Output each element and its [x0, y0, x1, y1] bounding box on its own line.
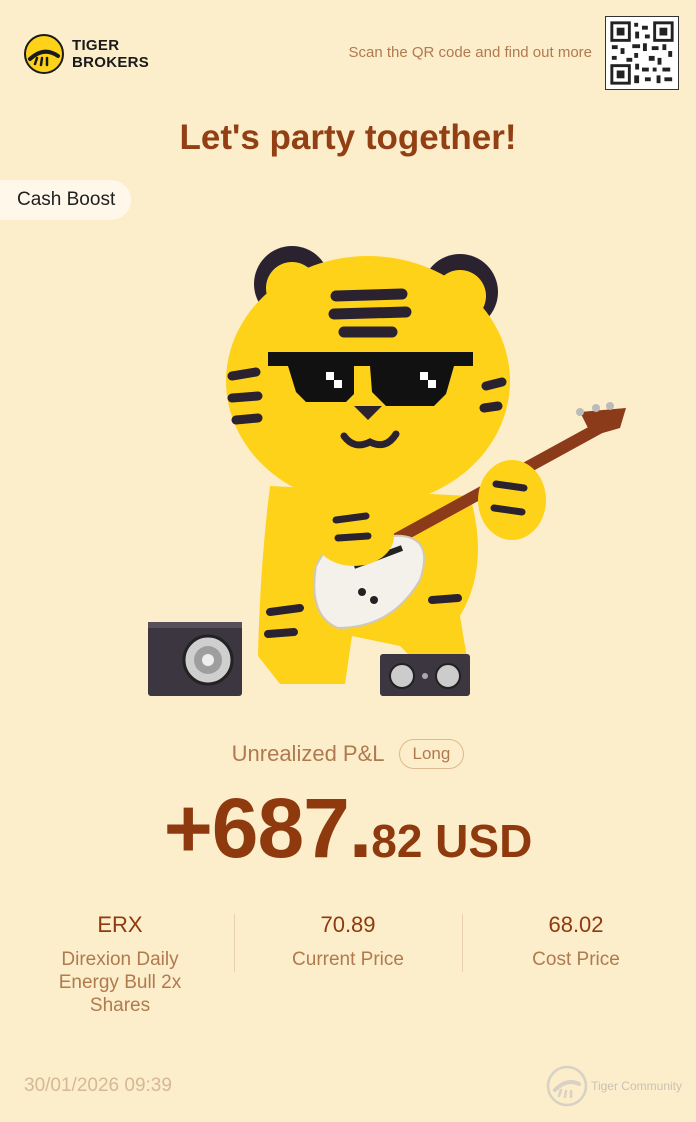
pl-amount: +687.82 USD — [0, 780, 696, 877]
community-label: Tiger Community — [591, 1079, 682, 1093]
tiger-brokers-logo-icon — [24, 34, 64, 74]
stat-label: Current Price — [292, 949, 404, 970]
brand-name: TIGER BROKERS — [72, 37, 149, 71]
speaker-large — [148, 622, 242, 696]
pl-amount-main: +687. — [163, 781, 373, 875]
timestamp: 30/01/2026 09:39 — [24, 1075, 172, 1096]
position-tag: Long — [398, 739, 465, 769]
stat-symbol: ERX Direxion Daily Energy Bull 2x Shares — [6, 912, 234, 1017]
tiger-community-icon — [546, 1065, 588, 1107]
stat-label: Direxion Daily Energy Bull 2x Shares — [58, 949, 182, 1016]
headline: Let's party together! — [179, 118, 517, 157]
stat-value: 70.89 — [320, 912, 376, 937]
tiger-mascot-illustration — [148, 246, 626, 696]
qr-caption: Scan the QR code and find out more — [348, 44, 592, 61]
qr-code-icon[interactable] — [605, 16, 679, 90]
pl-header: Unrealized P&L Long — [0, 739, 696, 769]
stat-cost-price: 68.02 Cost Price — [462, 912, 690, 1017]
speaker-small — [380, 654, 470, 696]
tiger-community-logo: Tiger Community — [545, 1064, 682, 1108]
brand-logo: TIGER BROKERS — [24, 34, 149, 74]
stat-label: Cost Price — [532, 949, 620, 970]
stat-value: 68.02 — [548, 912, 604, 937]
pl-amount-fraction: 82 USD — [371, 815, 533, 867]
cash-boost-badge: Cash Boost — [0, 180, 132, 220]
stat-current-price: 70.89 Current Price — [234, 912, 462, 1017]
stat-value: ERX — [97, 912, 143, 937]
pl-label: Unrealized P&L — [231, 741, 385, 766]
stats-row: ERX Direxion Daily Energy Bull 2x Shares… — [6, 912, 690, 1017]
brand-name-line2: BROKERS — [72, 54, 150, 71]
brand-name-line1: TIGER — [72, 37, 120, 54]
